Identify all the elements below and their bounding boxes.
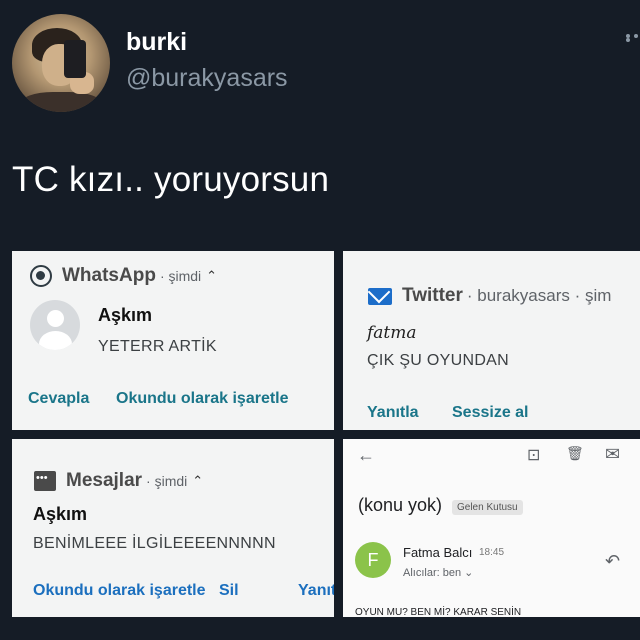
display-name[interactable]: burki xyxy=(126,28,187,57)
back-arrow-icon[interactable]: ← xyxy=(357,445,375,466)
account-meta: · burakyasars · şim xyxy=(466,286,612,305)
mark-as-read-button[interactable]: Okundu olarak işaretle xyxy=(33,582,206,600)
reply-icon[interactable]: ↶ xyxy=(605,551,620,572)
reply-button[interactable]: Yanıtla xyxy=(367,404,419,422)
notification-header: WhatsApp · şimdi ⌃ xyxy=(30,265,217,287)
sender-name: Fatma Balcı xyxy=(403,545,473,560)
notification-header: Twitter · burakyasars · şim xyxy=(368,285,611,307)
app-name: Twitter xyxy=(402,285,463,306)
email-subject: (konu yok) xyxy=(358,495,443,515)
delete-icon[interactable]: 🗑 xyxy=(566,445,584,462)
tweet-text: TC kızı.. yoruyorsun xyxy=(12,160,330,199)
mark-as-read-button[interactable]: Okundu olarak işaretle xyxy=(116,390,289,408)
email-body: OYUN MU? BEN Mİ? KARAR SENİN xyxy=(355,607,522,617)
email-view: ← ⊡ 🗑 ✉ (konu yok) Gelen Kutusu F Fatma … xyxy=(343,439,640,617)
sender-name: Aşkım xyxy=(98,305,153,325)
email-time: 18:45 xyxy=(479,547,505,558)
message-text: ÇIK ŞU OYUNDAN xyxy=(367,352,509,369)
whatsapp-icon xyxy=(30,265,52,287)
twitter-notification[interactable]: Twitter · burakyasars · şim fatma ÇIK ŞU… xyxy=(343,251,640,430)
sender-signature: fatma xyxy=(367,323,417,343)
notification-time: · şimdi xyxy=(159,268,202,284)
messages-notification[interactable]: Mesajlar · şimdi ⌃ Aşkım BENİMLEEE İLGİL… xyxy=(12,439,334,617)
reply-button[interactable]: Yanıt xyxy=(298,582,334,600)
chevron-up-icon[interactable]: ⌃ xyxy=(206,268,217,284)
app-name: WhatsApp xyxy=(62,265,156,286)
envelope-icon xyxy=(368,287,392,305)
archive-icon[interactable]: ⊡ xyxy=(527,445,540,465)
whatsapp-notification[interactable]: WhatsApp · şimdi ⌃ Aşkım YETERR ARTİK Ce… xyxy=(12,251,334,430)
inbox-label[interactable]: Gelen Kutusu xyxy=(452,500,523,515)
more-options-icon[interactable] xyxy=(626,34,640,50)
mail-icon[interactable]: ✉ xyxy=(605,444,620,465)
profile-avatar[interactable] xyxy=(12,14,110,112)
mute-button[interactable]: Sessize al xyxy=(452,404,529,422)
reply-button[interactable]: Cevapla xyxy=(28,390,89,408)
sender-name: Aşkım xyxy=(33,504,88,524)
notification-time: · şimdi xyxy=(146,473,188,489)
user-handle[interactable]: @burakyasars xyxy=(126,64,288,93)
chat-bubble-icon xyxy=(34,471,56,491)
recipients[interactable]: Alıcılar: ben ⌄ xyxy=(403,566,473,579)
message-text: BENİMLEEE İLGİLEEEENNNNN xyxy=(33,535,276,552)
notification-header: Mesajlar · şimdi ⌃ xyxy=(34,470,203,492)
delete-button[interactable]: Sil xyxy=(219,582,239,600)
chevron-up-icon[interactable]: ⌃ xyxy=(192,473,203,489)
sender-avatar: F xyxy=(355,542,391,578)
message-text: YETERR ARTİK xyxy=(98,338,217,355)
contact-avatar xyxy=(30,300,80,350)
app-name: Mesajlar xyxy=(66,470,143,491)
